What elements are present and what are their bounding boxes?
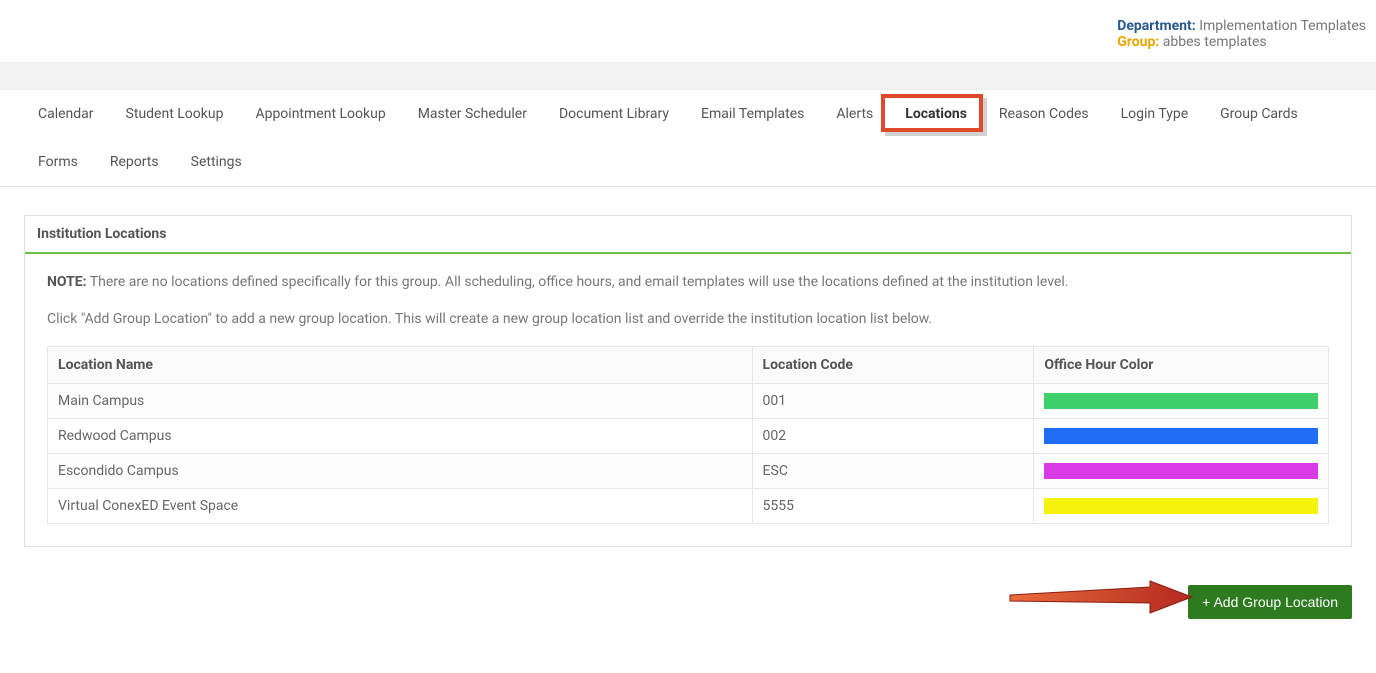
tab-document-library[interactable]: Document Library <box>543 90 685 138</box>
tab-reason-codes[interactable]: Reason Codes <box>983 90 1105 138</box>
cell-office-hour-color <box>1034 489 1329 524</box>
table-row: Main Campus001 <box>48 384 1329 419</box>
tab-student-lookup[interactable]: Student Lookup <box>110 90 240 138</box>
tab-alerts[interactable]: Alerts <box>820 90 889 138</box>
note-text: There are no locations defined specifica… <box>90 274 1069 290</box>
color-swatch <box>1044 463 1318 479</box>
spacer-bar <box>0 62 1376 90</box>
cell-location-name: Redwood Campus <box>48 419 753 454</box>
table-row: Redwood Campus002 <box>48 419 1329 454</box>
context-header: Department: Implementation Templates Gro… <box>0 0 1376 62</box>
note-label: NOTE: <box>47 274 87 290</box>
cell-location-name: Virtual ConexED Event Space <box>48 489 753 524</box>
cell-office-hour-color <box>1034 419 1329 454</box>
cell-location-code: ESC <box>752 454 1034 489</box>
tab-appointment-lookup[interactable]: Appointment Lookup <box>239 90 401 138</box>
add-group-location-button[interactable]: + Add Group Location <box>1188 585 1352 619</box>
col-header-color: Office Hour Color <box>1034 347 1329 384</box>
tab-forms[interactable]: Forms <box>22 138 94 186</box>
locations-table: Location Name Location Code Office Hour … <box>47 346 1329 524</box>
tab-bar: CalendarStudent LookupAppointment Lookup… <box>0 90 1376 187</box>
group-value: abbes templates <box>1163 34 1267 50</box>
department-value: Implementation Templates <box>1199 18 1366 34</box>
tab-email-templates[interactable]: Email Templates <box>685 90 820 138</box>
color-swatch <box>1044 498 1318 514</box>
cell-office-hour-color <box>1034 384 1329 419</box>
cell-location-name: Escondido Campus <box>48 454 753 489</box>
table-row: Virtual ConexED Event Space5555 <box>48 489 1329 524</box>
cell-location-code: 001 <box>752 384 1034 419</box>
table-row: Escondido CampusESC <box>48 454 1329 489</box>
instruction-text: Click "Add Group Location" to add a new … <box>47 309 1329 330</box>
institution-locations-panel: Institution Locations NOTE: There are no… <box>24 215 1352 547</box>
tab-calendar[interactable]: Calendar <box>22 90 110 138</box>
cell-office-hour-color <box>1034 454 1329 489</box>
tab-settings[interactable]: Settings <box>175 138 258 186</box>
cell-location-code: 002 <box>752 419 1034 454</box>
cell-location-code: 5555 <box>752 489 1034 524</box>
tab-reports[interactable]: Reports <box>94 138 175 186</box>
group-label: Group: <box>1117 34 1159 50</box>
col-header-name: Location Name <box>48 347 753 384</box>
color-swatch <box>1044 393 1318 409</box>
tab-master-scheduler[interactable]: Master Scheduler <box>402 90 543 138</box>
color-swatch <box>1044 428 1318 444</box>
cell-location-name: Main Campus <box>48 384 753 419</box>
department-label: Department: <box>1117 18 1195 34</box>
note-paragraph: NOTE: There are no locations defined spe… <box>47 272 1329 293</box>
tab-locations[interactable]: Locations <box>889 90 983 138</box>
tab-group-cards[interactable]: Group Cards <box>1204 90 1314 138</box>
panel-title: Institution Locations <box>25 216 1351 254</box>
col-header-code: Location Code <box>752 347 1034 384</box>
tab-login-type[interactable]: Login Type <box>1105 90 1205 138</box>
